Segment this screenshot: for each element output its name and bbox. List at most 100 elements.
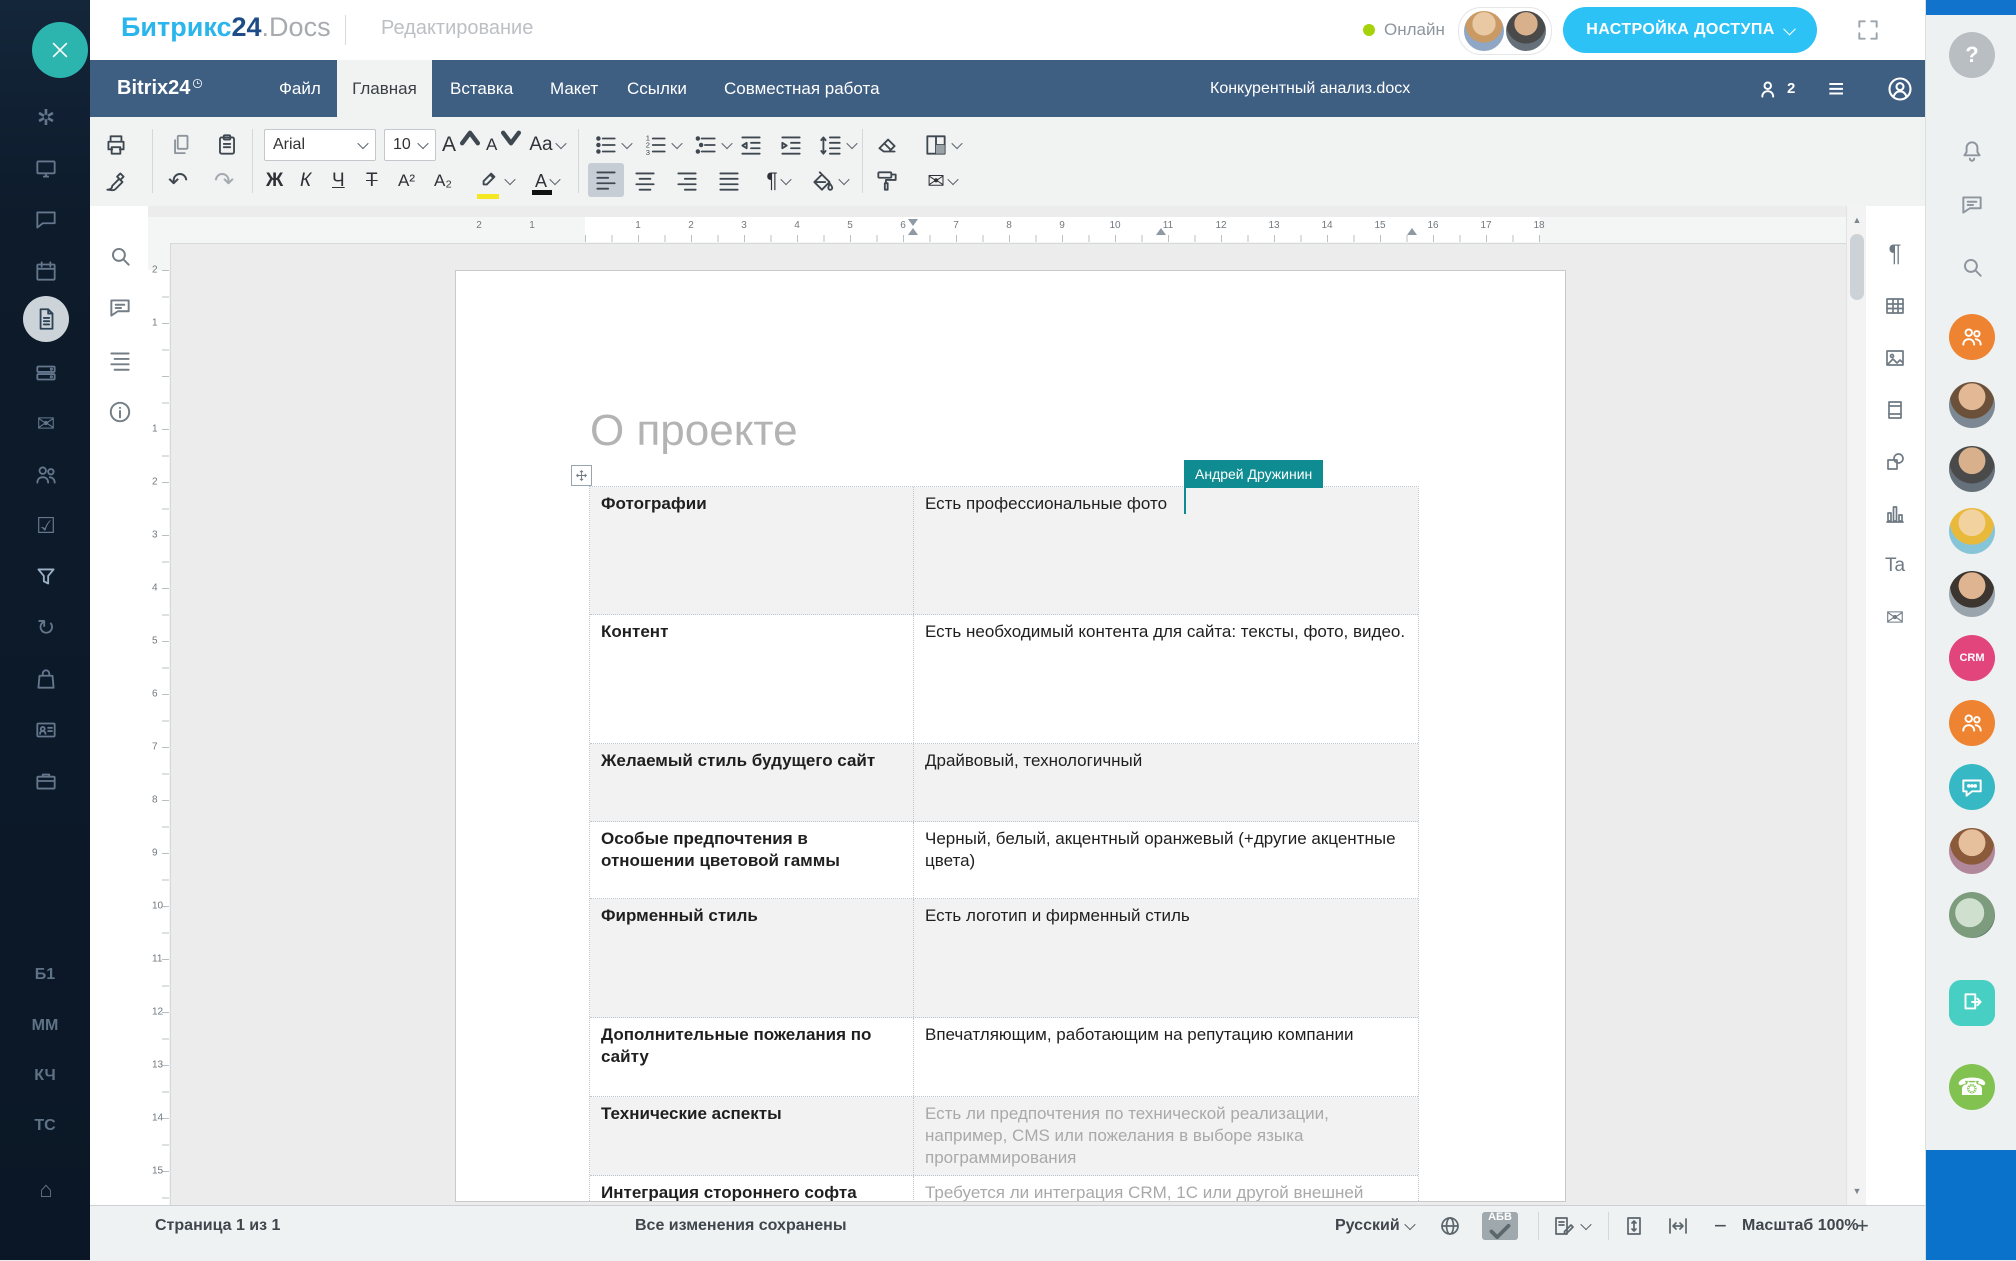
drive-icon[interactable] xyxy=(24,351,68,395)
underline-button[interactable]: Ч xyxy=(332,164,345,198)
menu-collaboration[interactable]: Совместная работа xyxy=(724,60,880,117)
mail-merge-settings-icon[interactable]: ✉ xyxy=(1875,598,1915,638)
copy-button[interactable] xyxy=(168,128,194,162)
strikethrough-button[interactable]: Т xyxy=(366,164,378,198)
briefcase-icon[interactable] xyxy=(24,759,68,803)
pinwheel-icon[interactable]: ✲ xyxy=(24,96,68,140)
table-cell-value[interactable]: Есть необходимый контента для сайта: тек… xyxy=(914,615,1418,743)
chat-group-icon[interactable] xyxy=(1949,764,1995,810)
people-icon[interactable] xyxy=(24,453,68,497)
table-row[interactable]: Технические аспекты Есть ли предпочтения… xyxy=(590,1097,1418,1176)
bold-button[interactable]: Ж xyxy=(266,164,283,198)
decrease-indent-button[interactable] xyxy=(738,128,764,162)
table-cell-label[interactable]: Интеграция стороннего софта xyxy=(590,1176,914,1202)
home-icon[interactable]: ⌂ xyxy=(24,1168,68,1212)
table-row[interactable]: Интеграция стороннего софта Требуется ли… xyxy=(590,1176,1418,1202)
documents-icon-active[interactable] xyxy=(23,296,69,342)
avatar[interactable] xyxy=(1949,892,1995,938)
scroll-up-icon[interactable]: ▲ xyxy=(1847,210,1867,230)
table-cell-value[interactable]: Черный, белый, акцентный оранжевый (+дру… xyxy=(914,822,1418,898)
sidebar-item-mm[interactable]: ММ xyxy=(0,1017,90,1035)
vertical-ruler[interactable]: 21123456789101112131415 xyxy=(148,243,171,1205)
menu-links[interactable]: Ссылки xyxy=(627,60,687,117)
increase-font-icon[interactable]: A xyxy=(442,128,483,162)
paragraph-marks-button[interactable]: ¶ xyxy=(756,164,800,198)
avatar[interactable] xyxy=(1949,828,1995,874)
close-slider-button[interactable] xyxy=(32,22,88,78)
people-group-icon[interactable] xyxy=(1949,700,1995,746)
crm-badge[interactable]: CRM xyxy=(1949,635,1995,681)
increase-indent-button[interactable] xyxy=(778,128,804,162)
print-button[interactable] xyxy=(103,128,129,162)
mail-icon[interactable]: ✉ xyxy=(24,402,68,446)
sidebar-item-ts[interactable]: ТС xyxy=(0,1117,90,1135)
menu-layout[interactable]: Макет xyxy=(550,60,598,117)
textart-settings-icon[interactable]: Ta xyxy=(1875,546,1915,586)
paste-button[interactable] xyxy=(214,128,240,162)
align-left-button[interactable] xyxy=(588,163,624,197)
avatar[interactable] xyxy=(1949,382,1995,428)
zoom-out-button[interactable]: − xyxy=(1714,1212,1727,1240)
scrollbar-thumb[interactable] xyxy=(1850,234,1864,300)
fit-width-button[interactable] xyxy=(1666,1212,1690,1240)
horizontal-ruler[interactable]: 21123456789101112131415161718 xyxy=(148,217,1846,244)
paint-roller-button[interactable] xyxy=(874,164,900,198)
sidebar-item-kch[interactable]: КЧ xyxy=(0,1067,90,1085)
zoom-in-button[interactable]: + xyxy=(1856,1212,1869,1240)
table-move-handle[interactable] xyxy=(571,465,592,486)
profile-icon[interactable] xyxy=(1886,60,1914,117)
bag-icon[interactable] xyxy=(24,657,68,701)
paragraph-settings-icon[interactable]: ¶ xyxy=(1875,234,1915,274)
project-table[interactable]: Фотографии Есть профессиональные фото Ко… xyxy=(589,486,1419,1202)
table-cell-label[interactable]: Фирменный стиль xyxy=(590,899,914,1017)
language-select[interactable]: Русский xyxy=(1335,1212,1414,1240)
first-line-indent-marker[interactable] xyxy=(908,219,918,226)
chart-settings-icon[interactable] xyxy=(1875,494,1915,534)
header-footer-settings-icon[interactable] xyxy=(1875,390,1915,430)
navigation-icon[interactable] xyxy=(98,338,142,382)
menu-home-active[interactable]: Главная xyxy=(337,60,432,117)
calendar-icon[interactable] xyxy=(24,249,68,293)
set-language-icon[interactable] xyxy=(1438,1212,1462,1240)
desktop-icon[interactable] xyxy=(24,147,68,191)
bullet-list-button[interactable] xyxy=(590,128,634,162)
table-cell-label[interactable]: Особые предпочтения в отношении цветовой… xyxy=(590,822,914,898)
fit-page-button[interactable] xyxy=(1622,1212,1646,1240)
table-row[interactable]: Дополнительные пожелания по сайту Впечат… xyxy=(590,1018,1418,1097)
file-share-icon[interactable] xyxy=(1949,980,1995,1026)
table-cell-value-placeholder[interactable]: Есть ли предпочтения по технической реал… xyxy=(914,1097,1418,1175)
table-cell-value[interactable]: Драйвовый, технологичный xyxy=(914,744,1418,821)
table-row[interactable]: Фирменный стиль Есть логотип и фирменный… xyxy=(590,899,1418,1018)
search-icon[interactable] xyxy=(98,234,142,278)
search-icon[interactable] xyxy=(1949,244,1995,290)
fullscreen-icon[interactable] xyxy=(1855,17,1881,48)
sidebar-item-b1[interactable]: Б1 xyxy=(0,966,90,984)
funnel-icon[interactable] xyxy=(24,555,68,599)
access-settings-button[interactable]: НАСТРОЙКА ДОСТУПА xyxy=(1563,7,1817,53)
italic-button[interactable]: К xyxy=(300,164,311,198)
table-cell-label[interactable]: Дополнительные пожелания по сайту xyxy=(590,1018,914,1096)
collaborator-avatars[interactable] xyxy=(1458,7,1552,55)
table-cell-value[interactable]: Впечатляющим, работающим на репутацию ко… xyxy=(914,1018,1418,1096)
table-row[interactable]: Фотографии Есть профессиональные фото xyxy=(590,487,1418,615)
shading-button[interactable] xyxy=(918,128,966,162)
info-icon[interactable] xyxy=(98,390,142,434)
table-settings-icon[interactable] xyxy=(1875,286,1915,326)
vertical-scrollbar[interactable]: ▲ ▼ xyxy=(1846,206,1867,1205)
justify-button[interactable] xyxy=(716,164,742,198)
hamburger-menu-icon[interactable]: ≡ xyxy=(1828,60,1844,117)
right-indent-marker[interactable] xyxy=(1407,228,1417,235)
table-row[interactable]: Контент Есть необходимый контента для са… xyxy=(590,615,1418,744)
table-cell-label[interactable]: Фотографии xyxy=(590,487,914,614)
redo-button[interactable]: ↷ xyxy=(214,164,234,198)
font-color-button[interactable]: А xyxy=(524,164,570,198)
decrease-font-icon[interactable]: A xyxy=(486,128,524,162)
align-right-button[interactable] xyxy=(674,164,700,198)
phone-icon[interactable]: ☎ xyxy=(1949,1064,1995,1110)
contact-card-icon[interactable] xyxy=(24,708,68,752)
avatar[interactable] xyxy=(1949,571,1995,617)
table-cell-value-placeholder[interactable]: Требуется ли интеграция CRM, 1С или друг… xyxy=(914,1176,1418,1202)
undo-button[interactable]: ↶ xyxy=(168,164,188,198)
track-changes-button[interactable] xyxy=(1552,1212,1590,1240)
table-cell-value[interactable]: Есть логотип и фирменный стиль xyxy=(914,899,1418,1017)
